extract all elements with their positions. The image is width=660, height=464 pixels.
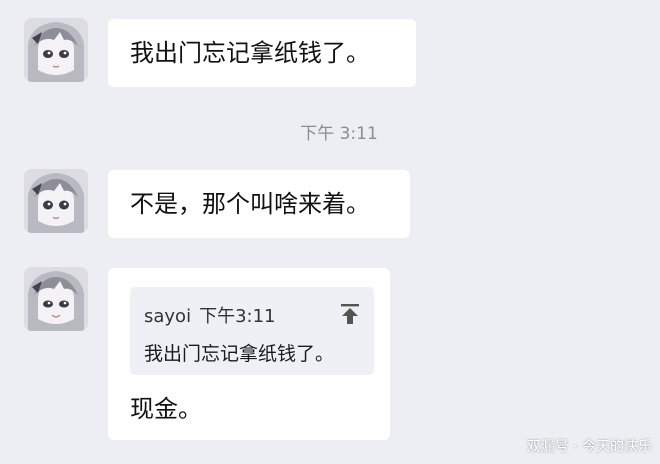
message-text: 现金。 bbox=[130, 395, 202, 423]
timestamp: 下午 3:11 bbox=[0, 119, 660, 144]
avatar[interactable] bbox=[24, 169, 88, 233]
jump-to-message-icon[interactable] bbox=[340, 303, 360, 325]
message-text: 我出门忘记拿纸钱了。 bbox=[130, 39, 370, 67]
anime-girl-avatar-icon bbox=[24, 18, 88, 82]
quoted-message[interactable]: sayoi 下午3:11 我出门忘记拿纸钱了。 bbox=[130, 287, 374, 375]
anime-girl-avatar-icon bbox=[24, 169, 88, 233]
avatar[interactable] bbox=[24, 267, 88, 331]
timestamp-text: 下午 3:11 bbox=[300, 124, 378, 144]
watermark: 双漏号 · 今天的快乐 bbox=[526, 439, 652, 455]
message-text: 不是，那个叫啥来着。 bbox=[130, 190, 370, 218]
anime-girl-avatar-icon bbox=[24, 267, 88, 331]
message-bubble[interactable]: 我出门忘记拿纸钱了。 bbox=[108, 19, 416, 87]
quote-text: 我出门忘记拿纸钱了。 bbox=[144, 343, 335, 365]
message-bubble[interactable]: 不是，那个叫啥来着。 bbox=[108, 170, 410, 238]
avatar[interactable] bbox=[24, 18, 88, 82]
quote-time: 下午3:11 bbox=[199, 306, 276, 327]
quote-author: sayoi bbox=[144, 306, 192, 327]
quote-header: sayoi 下午3:11 bbox=[144, 302, 276, 328]
